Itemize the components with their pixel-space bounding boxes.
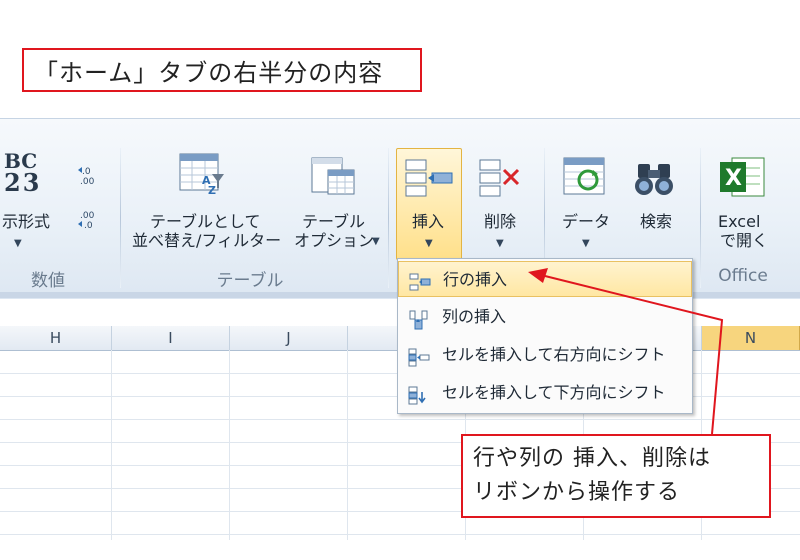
column-header-i[interactable]: I bbox=[112, 326, 230, 350]
table-sort-filter-icon: A Z bbox=[178, 152, 226, 202]
svg-text:.0: .0 bbox=[84, 221, 93, 230]
data-refresh-icon bbox=[562, 156, 608, 204]
group-separator bbox=[700, 148, 701, 288]
svg-text:X: X bbox=[725, 166, 742, 191]
menu-item-insert-row[interactable]: 行の挿入 bbox=[398, 261, 692, 297]
number-group-label: 数値 bbox=[31, 271, 65, 291]
number-format-icon-bottom: 23 bbox=[4, 168, 42, 197]
screenshot-frame: 「ホーム」タブの右半分の内容 BC 23 示形式 ▼ .0.00 .00.0 数… bbox=[0, 0, 800, 560]
excel-icon: X bbox=[718, 154, 766, 204]
number-format-label: 示形式 bbox=[2, 212, 51, 231]
insert-label: 挿入 bbox=[412, 212, 445, 231]
group-separator bbox=[120, 148, 121, 288]
table-options-label-1: テーブル bbox=[302, 212, 366, 231]
sort-filter-label-1: テーブルとして bbox=[150, 212, 261, 231]
menu-item-label: セルを挿入して右方向にシフト bbox=[442, 345, 666, 364]
data-dropdown-arrow-icon: ▼ bbox=[582, 238, 590, 249]
svg-text:.00: .00 bbox=[80, 177, 95, 186]
column-header-h[interactable]: H bbox=[0, 326, 112, 350]
decrease-decimal-icon[interactable]: .00.0 bbox=[76, 208, 102, 231]
table-group-label: テーブル bbox=[216, 271, 284, 291]
caption-box: 「ホーム」タブの右半分の内容 bbox=[22, 48, 422, 92]
insert-cells-shift-right-icon bbox=[408, 345, 430, 367]
grid-col-line bbox=[229, 350, 230, 540]
group-separator bbox=[388, 148, 389, 288]
insert-cells-icon bbox=[404, 158, 454, 202]
sort-filter-label-2: 並べ替え/フィルター bbox=[132, 231, 282, 250]
callout-box: 行や列の 挿入、削除は リボンから操作する bbox=[461, 434, 771, 518]
excel-label-2: で開く bbox=[720, 231, 769, 250]
table-options-label-2: オプション bbox=[294, 231, 375, 250]
svg-text:.0: .0 bbox=[82, 167, 91, 177]
menu-item-label: 行の挿入 bbox=[443, 270, 508, 289]
grid-col-line bbox=[111, 350, 112, 540]
office-group-label: Office bbox=[718, 266, 768, 286]
table-options-icon bbox=[310, 152, 356, 202]
callout-line: リボンから操作する bbox=[473, 480, 681, 505]
grid-col-line bbox=[347, 350, 348, 540]
menu-item-label: 列の挿入 bbox=[442, 307, 507, 326]
insert-cells-shift-down-icon bbox=[408, 383, 430, 405]
svg-text:Z: Z bbox=[208, 184, 216, 197]
insert-column-icon bbox=[408, 307, 430, 330]
menu-item-insert-column[interactable]: 列の挿入 bbox=[398, 299, 692, 335]
delete-dropdown-arrow-icon: ▼ bbox=[496, 238, 504, 249]
column-header-n[interactable]: N bbox=[702, 326, 800, 350]
binoculars-icon bbox=[634, 158, 676, 202]
menu-item-insert-cells-shift-right[interactable]: セルを挿入して右方向にシフト bbox=[398, 337, 692, 373]
menu-item-insert-cells-shift-down[interactable]: セルを挿入して下方向にシフト bbox=[398, 375, 692, 411]
number-format-dropdown-arrow-icon: ▼ bbox=[14, 238, 22, 249]
grid-row-line bbox=[0, 534, 800, 535]
number-format-icon: BC 23 bbox=[4, 150, 64, 200]
insert-dropdown-arrow-icon: ▼ bbox=[425, 238, 433, 249]
excel-label-1: Excel bbox=[718, 212, 761, 231]
svg-text:.00: .00 bbox=[80, 211, 95, 221]
insert-row-icon bbox=[409, 270, 431, 291]
caption-text: 「ホーム」タブの右半分の内容 bbox=[34, 58, 384, 87]
table-options-dropdown-arrow-icon: ▼ bbox=[372, 236, 380, 247]
grid-row-line bbox=[0, 419, 800, 420]
delete-label: 削除 bbox=[484, 212, 517, 231]
column-header-j[interactable]: J bbox=[230, 326, 348, 350]
insert-dropdown-menu: 行の挿入 列の挿入 セルを挿入して右方向にシフト セルを挿入して下方向にシフト bbox=[397, 258, 693, 414]
data-label: データ bbox=[562, 212, 611, 231]
menu-item-label: セルを挿入して下方向にシフト bbox=[442, 383, 666, 402]
search-label: 検索 bbox=[640, 212, 673, 231]
callout-line: 行や列の 挿入、削除は bbox=[473, 446, 711, 471]
increase-decimal-icon[interactable]: .0.00 bbox=[76, 164, 102, 187]
delete-cells-icon bbox=[478, 158, 522, 202]
